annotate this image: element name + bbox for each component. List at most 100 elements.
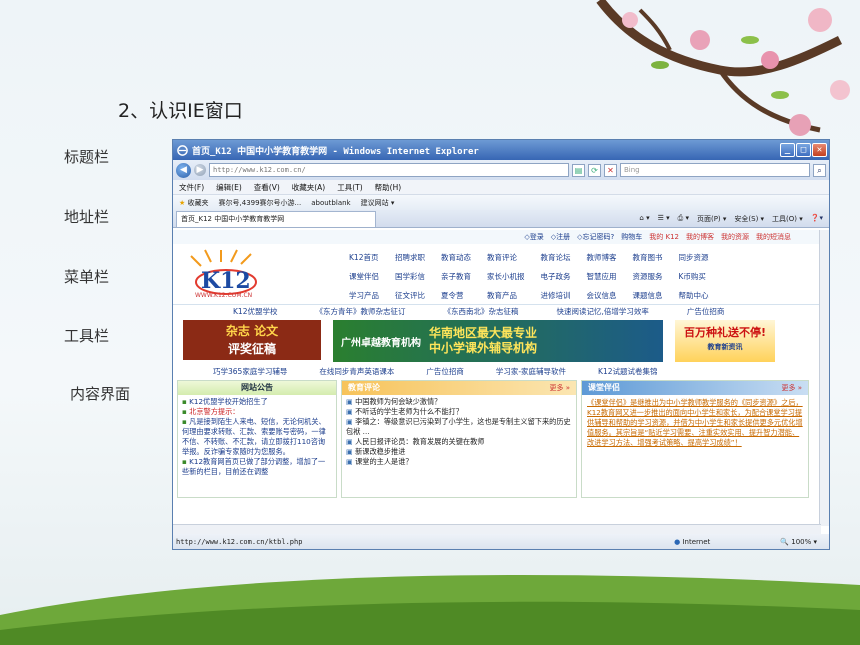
- toplink-myk12[interactable]: 我的 K12: [649, 232, 679, 242]
- toplink-forgot[interactable]: ◇忘记密码?: [577, 232, 614, 242]
- nav-item[interactable]: K币购买: [679, 271, 709, 282]
- toplink-cart[interactable]: 购物车: [621, 232, 642, 242]
- address-row: ◀ ▶ http://www.k12.com.cn/ ▤ ⟳ ✕ Bing ⌕: [173, 160, 829, 180]
- k12-logo[interactable]: K12 WWW.K12.COM.CN: [181, 244, 291, 302]
- nav-item[interactable]: 课堂伴侣: [349, 271, 379, 282]
- nav-item[interactable]: 征文评比: [395, 290, 425, 301]
- back-button[interactable]: ◀: [176, 162, 191, 178]
- list-item[interactable]: 新课改稳步推进: [346, 447, 572, 457]
- nav-item[interactable]: 教师博客: [587, 252, 617, 263]
- promo-link[interactable]: 广告位招商: [426, 366, 464, 377]
- promo-link[interactable]: 学习家-家庭辅导软件: [496, 366, 566, 377]
- fav-link-seer[interactable]: 赛尔号,4399赛尔号小游...: [219, 198, 302, 208]
- nav-item[interactable]: 学习产品: [349, 290, 379, 301]
- promo-link[interactable]: K12试题试卷集锦: [598, 366, 657, 377]
- banner-magazine[interactable]: 杂志 论文 评奖征稿: [183, 320, 321, 360]
- horizontal-scrollbar[interactable]: [173, 524, 821, 534]
- fav-link-suggested[interactable]: 建议网站 ▾: [361, 198, 395, 208]
- nav-item[interactable]: 教育评论: [487, 252, 525, 263]
- list-item[interactable]: 李镇之：等级意识已污染到了小学生，这也是专制主义留下来的历史包袱 ...: [346, 417, 572, 437]
- list-item[interactable]: 不听话的学生老师为什么不能打？: [346, 407, 572, 417]
- menu-help[interactable]: 帮助(H): [375, 182, 402, 193]
- print-icon[interactable]: ⎙ ▾: [678, 214, 689, 224]
- list-item[interactable]: 凡是接到陌生人来电、短信，无论何机关、何理由要求转账、汇款、索要账号密码，一律不…: [182, 417, 332, 457]
- globe-icon: ●: [674, 537, 681, 546]
- feeds-icon[interactable]: ☰ ▾: [658, 214, 670, 224]
- nav-item[interactable]: 课题信息: [633, 290, 663, 301]
- compat-icon[interactable]: ▤: [572, 163, 585, 177]
- nav-item[interactable]: 同步资源: [679, 252, 709, 263]
- panel-title: 网站公告: [178, 381, 336, 395]
- fav-link-aboutblank[interactable]: aboutblank: [311, 199, 350, 207]
- more-link[interactable]: 更多 »: [549, 383, 570, 393]
- home-icon[interactable]: ⌂ ▾: [639, 214, 649, 224]
- menu-file[interactable]: 文件(F): [179, 182, 204, 193]
- toplink-login[interactable]: ◇登录: [524, 232, 543, 242]
- banner-zhuoyue[interactable]: 广州卓越教育机构 华南地区最大最专业 中小学课外辅导机构: [333, 320, 663, 362]
- search-icon[interactable]: ⌕: [813, 163, 826, 177]
- nav-item[interactable]: K12首页: [349, 252, 379, 263]
- nav-item[interactable]: 招聘求职: [395, 252, 425, 263]
- promo-link[interactable]: 在线同步青声英语课本: [319, 366, 394, 377]
- page-menu[interactable]: 页面(P) ▾: [697, 214, 726, 224]
- browser-tab[interactable]: 首页_K12 中国中小学教育教学网: [176, 210, 376, 227]
- promo-link[interactable]: 巧学365家庭学习辅导: [213, 366, 287, 377]
- nav-item[interactable]: 会议信息: [587, 290, 617, 301]
- search-input[interactable]: Bing: [620, 163, 810, 177]
- maximize-button[interactable]: □: [796, 143, 811, 157]
- nav-item[interactable]: 教育论坛: [541, 252, 571, 263]
- promo-links-row: K12优盟学校 《东方青年》教师杂志征订 《东西南北》杂志征稿 快速阅读记忆,倍…: [173, 304, 821, 318]
- panel-description[interactable]: 《课堂伴侣》是继推出为中小学教师教学服务的《同步资源》之后，K12教育网又进一步…: [582, 395, 808, 451]
- label-toolbar: 工具栏: [64, 327, 110, 345]
- nav-item[interactable]: 教育产品: [487, 290, 525, 301]
- banner-magazine-line: 杂志 论文: [225, 324, 279, 338]
- nav-item[interactable]: 国学彩信: [395, 271, 425, 282]
- list-item[interactable]: 人民日报评论员：教育发展的关键在教师: [346, 437, 572, 447]
- nav-item[interactable]: 电子政务: [541, 271, 571, 282]
- list-item[interactable]: K12优盟学校开始招生了: [182, 397, 332, 407]
- toplink-messages[interactable]: 我的短消息: [756, 232, 791, 242]
- list-item[interactable]: K12教育网首页已做了部分调整，增加了一些新的栏目，目前还在调整: [182, 457, 332, 477]
- menu-favorites[interactable]: 收藏夹(A): [292, 182, 325, 193]
- list-item[interactable]: 北京警方提示：: [182, 407, 332, 417]
- promo-link[interactable]: K12优盟学校: [233, 306, 277, 317]
- promo-link[interactable]: 《东方青年》教师杂志征订: [315, 306, 405, 317]
- list-item[interactable]: 中国教师为何会缺少激情？: [346, 397, 572, 407]
- close-button[interactable]: ✕: [812, 143, 827, 157]
- refresh-icon[interactable]: ⟳: [588, 163, 601, 177]
- toplink-register[interactable]: ◇注册: [551, 232, 570, 242]
- nav-item[interactable]: 教育图书: [633, 252, 663, 263]
- help-icon[interactable]: ❓▾: [811, 214, 823, 224]
- window-titlebar[interactable]: 首页_K12 中国中小学教育教学网 - Windows Internet Exp…: [173, 140, 829, 160]
- promo-link[interactable]: 广告位招商: [687, 306, 725, 317]
- vertical-scrollbar[interactable]: [819, 230, 829, 526]
- address-field[interactable]: http://www.k12.com.cn/: [209, 163, 569, 177]
- nav-item[interactable]: 教育动态: [441, 252, 471, 263]
- favorites-button[interactable]: ★ 收藏夹: [179, 198, 209, 208]
- stop-icon[interactable]: ✕: [604, 163, 617, 177]
- menu-tools[interactable]: 工具(T): [337, 182, 362, 193]
- label-content: 内容界面: [70, 385, 131, 403]
- zoom-level[interactable]: 🔍 100% ▾: [780, 538, 817, 546]
- tools-menu[interactable]: 工具(O) ▾: [772, 214, 803, 224]
- toplink-blog[interactable]: 我的博客: [686, 232, 714, 242]
- list-item[interactable]: 课堂的主人是谁？: [346, 457, 572, 467]
- promo-link[interactable]: 快速阅读记忆,倍增学习效率: [556, 306, 648, 317]
- nav-item[interactable]: 夏令营: [441, 290, 471, 301]
- toplink-resources[interactable]: 我的资源: [721, 232, 749, 242]
- promo-link[interactable]: 《东西南北》杂志征稿: [443, 306, 518, 317]
- safety-menu[interactable]: 安全(S) ▾: [734, 214, 764, 224]
- nav-item[interactable]: 资源服务: [633, 271, 663, 282]
- nav-item[interactable]: 智慧应用: [587, 271, 617, 282]
- nav-item[interactable]: 亲子教育: [441, 271, 471, 282]
- menu-view[interactable]: 查看(V): [254, 182, 280, 193]
- nav-item[interactable]: 帮助中心: [679, 290, 709, 301]
- forward-button[interactable]: ▶: [194, 164, 206, 176]
- nav-item[interactable]: 进修培训: [541, 290, 571, 301]
- nav-item[interactable]: 家长小机报: [487, 271, 525, 282]
- minimize-button[interactable]: _: [780, 143, 795, 157]
- grass-ground-decoration: [0, 575, 860, 645]
- more-link[interactable]: 更多 »: [781, 383, 802, 393]
- menu-edit[interactable]: 编辑(E): [216, 182, 242, 193]
- banner-gifts[interactable]: 百万种礼送不停! 教育新资讯: [675, 320, 775, 362]
